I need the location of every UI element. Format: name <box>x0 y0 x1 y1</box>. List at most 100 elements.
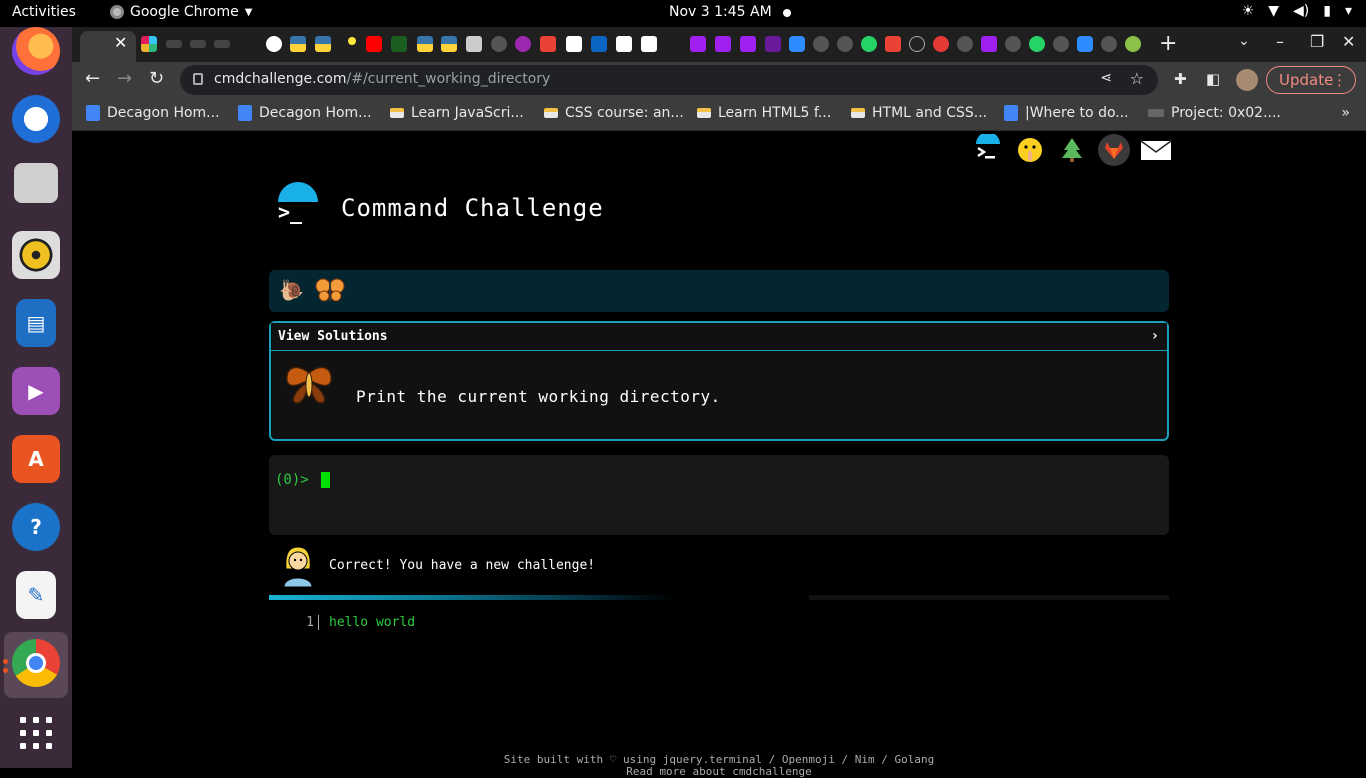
python-tab-icon[interactable] <box>441 36 457 52</box>
firefox-icon[interactable] <box>12 27 60 75</box>
terminal[interactable]: (0)> <box>269 455 1169 535</box>
tab-favicon[interactable] <box>214 40 230 48</box>
active-tab[interactable] <box>80 31 136 62</box>
activities-button[interactable]: Activities <box>12 4 76 20</box>
bookmark-star-icon[interactable]: ☆ <box>1130 69 1144 88</box>
window-close-button[interactable]: ✕ <box>1342 32 1355 51</box>
restore-button[interactable]: ❐ <box>1310 32 1324 51</box>
side-panel-icon[interactable]: ◧ <box>1206 70 1220 88</box>
shushing-face-icon[interactable] <box>1014 134 1046 166</box>
update-label: Update <box>1279 71 1334 89</box>
tab-favicon[interactable] <box>515 36 531 52</box>
github-tab-icon[interactable] <box>957 36 973 52</box>
terminal-link-icon[interactable] <box>972 134 1004 166</box>
python-tab-icon[interactable] <box>417 36 433 52</box>
clock[interactable]: Nov 3 1:45 AM <box>669 4 772 20</box>
bookmark-item[interactable]: Learn HTML5 f... <box>697 105 831 121</box>
bookmark-item[interactable]: Decagon Hom... <box>238 105 372 121</box>
alert-tab-icon[interactable] <box>933 36 949 52</box>
github-tab-icon[interactable] <box>491 36 507 52</box>
new-tab-button[interactable]: + <box>1159 31 1177 56</box>
linkedin-tab-icon[interactable] <box>591 36 607 52</box>
rhythmbox-icon[interactable] <box>12 231 60 279</box>
close-icon[interactable]: ✕ <box>114 33 127 52</box>
tab-favicon[interactable] <box>391 36 407 52</box>
youtube-tab-icon[interactable] <box>366 36 382 52</box>
extensions-puzzle-icon[interactable]: ✚ <box>1174 70 1187 88</box>
minimize-button[interactable]: – <box>1276 32 1284 51</box>
tab-favicon[interactable] <box>466 36 482 52</box>
back-button[interactable]: ← <box>85 68 100 89</box>
tab-favicon[interactable] <box>690 36 706 52</box>
bookmark-item[interactable]: HTML and CSS... <box>851 105 987 121</box>
ubuntu-software-icon[interactable]: A <box>12 435 60 483</box>
gmail-tab-icon[interactable] <box>540 36 556 52</box>
share-icon[interactable]: ⋖ <box>1100 70 1112 86</box>
show-applications-icon[interactable] <box>20 717 52 749</box>
tab-favicon[interactable] <box>765 36 781 52</box>
tree-icon[interactable] <box>1056 134 1088 166</box>
google-chrome-icon[interactable] <box>12 639 60 687</box>
bookmark-item[interactable]: Decagon Hom... <box>86 105 220 121</box>
bookmark-item[interactable]: Project: 0x02.... <box>1148 105 1281 121</box>
app-menu[interactable]: Google Chrome ▼ <box>110 4 252 20</box>
github-tab-icon[interactable] <box>1101 36 1117 52</box>
text-editor-icon[interactable]: ✎ <box>16 571 56 619</box>
bookmark-item[interactable]: Learn JavaScri... <box>390 105 524 121</box>
chevron-right-icon: › <box>1150 328 1159 344</box>
address-bar[interactable]: cmdchallenge.com/#/current_working_direc… <box>180 65 1158 95</box>
slack-tab-icon[interactable] <box>141 36 157 52</box>
kebab-menu-icon[interactable]: ⋮ <box>1332 71 1347 89</box>
tab-favicon[interactable] <box>616 36 632 52</box>
forward-button[interactable]: → <box>117 68 132 89</box>
github-tab-icon[interactable] <box>1005 36 1021 52</box>
tab-favicon[interactable] <box>715 36 731 52</box>
snail-icon[interactable]: 🐌 <box>279 278 304 302</box>
terminal-logo-icon[interactable]: >_ <box>276 182 320 226</box>
alx-icon <box>1148 109 1164 117</box>
tab-favicon[interactable] <box>166 40 182 48</box>
tab-favicon[interactable] <box>740 36 756 52</box>
running-indicator <box>3 659 8 664</box>
more-bookmarks-chevron-icon[interactable]: » <box>1341 105 1350 121</box>
videos-icon[interactable]: ▶ <box>12 367 60 415</box>
page-title[interactable]: Command Challenge <box>341 194 604 222</box>
github-tab-icon[interactable] <box>837 36 853 52</box>
whatsapp-tab-icon[interactable] <box>1029 36 1045 52</box>
github-tab-icon[interactable] <box>813 36 829 52</box>
python-tab-icon[interactable] <box>290 36 306 52</box>
zoom-tab-icon[interactable] <box>1077 36 1093 52</box>
butterfly-icon[interactable] <box>315 277 345 309</box>
lock-icon[interactable] <box>193 73 203 85</box>
view-solutions-toggle[interactable]: View Solutions › <box>271 323 1167 351</box>
profile-avatar[interactable] <box>1236 69 1258 91</box>
battery-icon: ▮ <box>1323 3 1331 19</box>
zoom-tab-icon[interactable] <box>789 36 805 52</box>
globe-tab-icon[interactable] <box>266 36 282 52</box>
tab-favicon[interactable] <box>348 37 356 45</box>
tab-search-chevron-icon[interactable]: ⌄ <box>1238 33 1250 49</box>
help-icon[interactable]: ? <box>12 503 60 551</box>
reload-button[interactable]: ↻ <box>149 68 164 89</box>
tab-favicon[interactable] <box>909 36 925 52</box>
update-button[interactable]: Update ⋮ <box>1266 66 1356 94</box>
system-tray[interactable]: ☀ ▼ ◀) ▮ ▾ <box>1242 3 1352 19</box>
files-icon[interactable] <box>14 163 58 203</box>
url-text[interactable]: cmdchallenge.com/#/current_working_direc… <box>214 71 550 87</box>
gitlab-icon[interactable] <box>1098 134 1130 166</box>
bookmark-item[interactable]: CSS course: an... <box>544 105 684 121</box>
tab-favicon[interactable] <box>641 36 657 52</box>
github-tab-icon[interactable] <box>1053 36 1069 52</box>
gmail-tab-icon[interactable] <box>885 36 901 52</box>
thunderbird-icon[interactable] <box>12 95 60 143</box>
chevron-down-icon: ▼ <box>244 6 253 18</box>
bookmark-item[interactable]: |Where to do... <box>1004 105 1129 121</box>
tab-favicon[interactable] <box>1125 36 1141 52</box>
libreoffice-impress-icon[interactable]: ▤ <box>16 299 56 347</box>
email-icon[interactable] <box>1140 134 1172 166</box>
python-tab-icon[interactable] <box>315 36 331 52</box>
whatsapp-tab-icon[interactable] <box>861 36 877 52</box>
tab-favicon[interactable] <box>981 36 997 52</box>
tab-favicon[interactable] <box>566 36 582 52</box>
tab-favicon[interactable] <box>190 40 206 48</box>
